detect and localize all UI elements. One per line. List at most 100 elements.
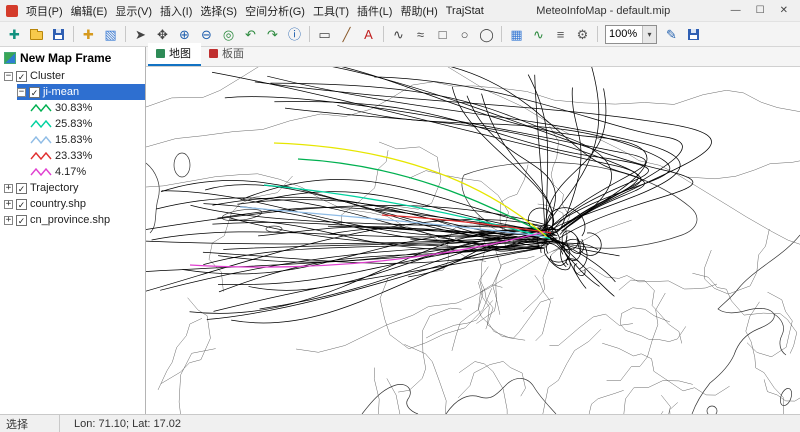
toolbar-separator [73,26,74,42]
full-extent-button-icon: ◎ [223,28,234,41]
zoom-previous-button[interactable]: ↶ [240,24,261,45]
legend-cluster-3[interactable]: 15.83% [30,132,145,148]
select-element-button-icon: ➤ [135,28,146,41]
map-graphic [146,67,800,414]
draw-ellipse-button-icon: ◯ [479,28,494,41]
settings-button[interactable]: ⚙ [572,24,593,45]
script-console-button[interactable]: ≡ [550,24,571,45]
measure-button[interactable]: ╱ [336,24,357,45]
legend-cluster-4[interactable]: 23.33% [30,148,145,164]
menu-tools[interactable]: 工具(T) [309,3,353,19]
map-frame-icon [4,52,16,64]
save-project-button-icon [53,29,64,40]
expand-box-icon[interactable]: + [4,200,13,209]
toolbar-separator [501,26,502,42]
menu-select[interactable]: 选择(S) [196,3,241,19]
map-frame-row[interactable]: New Map Frame [0,47,145,68]
edit-vertices-button[interactable]: ✎ [661,24,682,45]
legend-line-icon [30,103,52,113]
chart-button[interactable]: ∿ [528,24,549,45]
legend-line-icon [30,135,52,145]
menu-edit[interactable]: 编辑(E) [67,3,112,19]
select-element-button[interactable]: ➤ [130,24,151,45]
layer-cn-province-shp[interactable]: +✓cn_province.shp [4,212,145,228]
menu-spatial-analysis[interactable]: 空间分析(G) [241,3,309,19]
window-title: MeteoInfoMap - default.mip [488,5,719,17]
draw-circle-button-icon: ○ [461,28,469,41]
add-layer-button[interactable]: ✚ [78,24,99,45]
legend-cluster-1[interactable]: 30.83% [30,100,145,116]
add-layer-button-icon: ✚ [83,28,94,41]
close-button[interactable]: ✕ [780,6,788,16]
layer-visibility-checkbox[interactable]: ✓ [16,183,27,194]
menu-insert[interactable]: 插入(I) [156,3,196,19]
tree-item-label: ji-mean [43,86,79,98]
zoom-out-button[interactable]: ⊖ [196,24,217,45]
collapse-box-icon[interactable]: − [17,88,26,97]
label-button[interactable]: A [358,24,379,45]
attribute-table-button[interactable]: ▦ [506,24,527,45]
minimize-button[interactable]: — [731,6,741,16]
identify-button[interactable]: ⓘ [284,24,305,45]
save-project-button[interactable] [48,24,69,45]
menu-trajstat[interactable]: TrajStat [442,5,488,17]
zoom-dropdown-button[interactable]: ▾ [642,26,656,43]
zoom-next-button[interactable]: ↷ [262,24,283,45]
legend-cluster-5[interactable]: 4.17% [30,164,145,180]
tab-map[interactable]: 地图 [148,43,201,66]
measure-button-icon: ╱ [343,28,351,41]
layer-country-shp[interactable]: +✓country.shp [4,196,145,212]
maximize-button[interactable]: ☐ [756,6,765,16]
draw-curve-button[interactable]: ≈ [410,24,431,45]
layer-tree: −✓Cluster−✓ji-mean30.83%25.83%15.83%23.3… [0,68,145,228]
status-mode-label: 选择 [0,415,60,432]
open-project-button[interactable] [26,24,47,45]
script-console-button-icon: ≡ [557,28,565,41]
settings-button-icon: ⚙ [577,28,589,41]
layer-visibility-checkbox[interactable]: ✓ [16,215,27,226]
legend-line-icon [30,167,52,177]
menu-project[interactable]: 项目(P) [22,3,67,19]
layer-ji-mean[interactable]: −✓ji-mean [17,84,145,100]
app-logo-icon [6,5,18,17]
draw-polygon-button[interactable]: □ [432,24,453,45]
layer-cluster[interactable]: −✓Cluster [4,68,145,84]
tab-layout-icon [209,49,218,58]
pan-button[interactable]: ✥ [152,24,173,45]
tree-item-label: 25.83% [55,118,92,130]
draw-circle-button[interactable]: ○ [454,24,475,45]
menu-view[interactable]: 显示(V) [111,3,156,19]
title-bar: 项目(P)编辑(E)显示(V)插入(I)选择(S)空间分析(G)工具(T)插件(… [0,0,800,22]
expand-box-icon[interactable]: + [4,216,13,225]
tab-layout[interactable]: 板面 [201,43,254,66]
content-area: New Map Frame −✓Cluster−✓ji-mean30.83%25… [0,47,800,414]
layer-trajectory[interactable]: +✓Trajectory [4,180,145,196]
collapse-box-icon[interactable]: − [4,72,13,81]
legend-cluster-2[interactable]: 25.83% [30,116,145,132]
layer-visibility-checkbox[interactable]: ✓ [29,87,40,98]
full-extent-button[interactable]: ◎ [218,24,239,45]
map-canvas[interactable] [146,67,800,414]
menu-plugins[interactable]: 插件(L) [353,3,396,19]
new-project-button[interactable]: ✚ [4,24,25,45]
zoom-in-button-icon: ⊕ [179,28,190,41]
draw-polyline-button-icon: ∿ [393,28,404,41]
draw-polyline-button[interactable]: ∿ [388,24,409,45]
zoom-level-input[interactable] [606,27,642,42]
zoom-in-button[interactable]: ⊕ [174,24,195,45]
layer-visibility-checkbox[interactable]: ✓ [16,199,27,210]
app-window: 项目(P)编辑(E)显示(V)插入(I)选择(S)空间分析(G)工具(T)插件(… [0,0,800,432]
layer-visibility-checkbox[interactable]: ✓ [16,71,27,82]
zoom-level-combo[interactable]: ▾ [605,25,657,44]
add-web-layer-button[interactable]: ▧ [100,24,121,45]
chart-button-icon: ∿ [533,28,544,41]
tree-item-label: country.shp [30,198,86,210]
expand-box-icon[interactable]: + [4,184,13,193]
tree-item-label: 4.17% [55,166,86,178]
select-features-button[interactable]: ▭ [314,24,335,45]
label-button-icon: A [364,28,373,41]
window-controls: — ☐ ✕ [719,6,794,16]
menu-help[interactable]: 帮助(H) [396,3,441,19]
save-edits-button[interactable] [683,24,704,45]
draw-ellipse-button[interactable]: ◯ [476,24,497,45]
